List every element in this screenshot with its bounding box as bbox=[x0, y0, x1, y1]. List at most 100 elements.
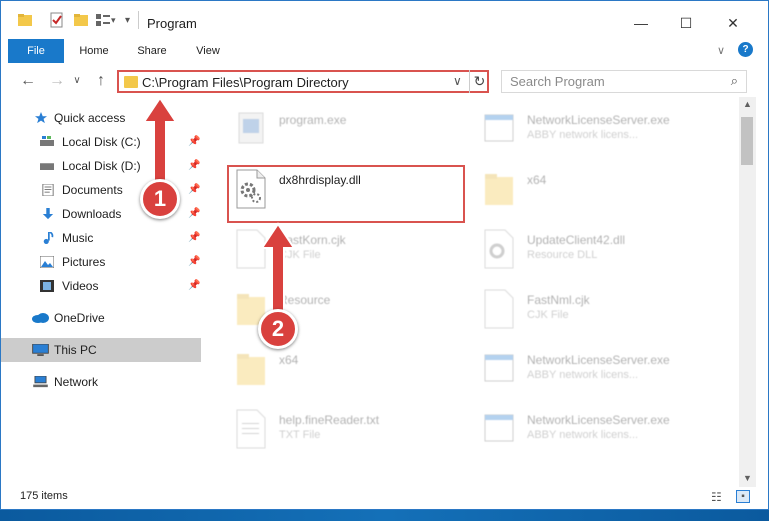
pin-icon[interactable]: 📌 bbox=[188, 250, 200, 274]
address-bar[interactable]: C:\Program Files\Program Directory ∨ ↻ bbox=[117, 70, 489, 93]
tab-view[interactable]: View bbox=[185, 39, 231, 63]
list-item[interactable]: UpdateClient42.dll Resource DLL bbox=[479, 227, 719, 283]
tab-file[interactable]: File bbox=[8, 39, 64, 63]
address-row: ← → ∨ ↑ C:\Program Files\Program Directo… bbox=[1, 65, 768, 97]
videos-icon bbox=[40, 280, 54, 292]
file-name: FastNml.cjk bbox=[527, 293, 590, 307]
file-name: NetworkLicenseServer.exe bbox=[527, 353, 670, 367]
close-button[interactable]: ✕ bbox=[713, 9, 753, 37]
scroll-up-icon[interactable]: ▲ bbox=[739, 99, 756, 109]
list-item[interactable]: NetworkLicenseServer.exe ABBY network li… bbox=[479, 347, 719, 403]
status-bar: 175 items ☷ ▪ bbox=[1, 487, 768, 509]
pin-icon[interactable]: 📌 bbox=[188, 274, 200, 298]
list-item[interactable]: FastNml.cjk CJK File bbox=[479, 287, 719, 343]
scroll-thumb[interactable] bbox=[741, 117, 753, 165]
sidebar-item-videos[interactable]: Videos 📌 bbox=[1, 274, 201, 298]
app-window-icon bbox=[484, 354, 514, 382]
pin-icon[interactable]: 📌 bbox=[188, 202, 200, 226]
list-item[interactable]: x64 bbox=[479, 167, 719, 223]
file-type: TXT File bbox=[279, 429, 321, 441]
sidebar-item-pictures[interactable]: Pictures 📌 bbox=[1, 250, 201, 274]
sidebar-item-onedrive[interactable]: OneDrive bbox=[1, 306, 201, 330]
sidebar-item-music[interactable]: Music 📌 bbox=[1, 226, 201, 250]
item-count: 175 items bbox=[20, 490, 68, 502]
maximize-button[interactable]: ☐ bbox=[666, 9, 706, 37]
folder-icon bbox=[124, 76, 138, 88]
ribbon-tabs: File Home Share View ∨ ? bbox=[1, 39, 768, 63]
explorer-window: ▾ ▾ Program — ☐ ✕ File Home Share View ∨… bbox=[0, 0, 769, 510]
list-item[interactable]: program.exe bbox=[231, 107, 471, 163]
scroll-down-icon[interactable]: ▼ bbox=[739, 473, 756, 483]
address-dropdown-icon[interactable]: ∨ bbox=[453, 74, 462, 88]
sidebar-item-network[interactable]: Network bbox=[1, 370, 201, 394]
list-item[interactable]: x64 bbox=[231, 347, 471, 403]
sidebar-item-label: OneDrive bbox=[54, 311, 105, 325]
highlight-box bbox=[227, 165, 465, 223]
address-path[interactable]: C:\Program Files\Program Directory bbox=[142, 75, 349, 90]
list-item[interactable]: NetworkLicenseServer.exe ABBY network li… bbox=[479, 107, 719, 163]
sidebar-item-label: Local Disk (D:) bbox=[62, 159, 141, 173]
customize-toolbar-icon[interactable]: ▾ bbox=[125, 11, 130, 29]
file-name: program.exe bbox=[279, 113, 347, 127]
up-button[interactable]: ↑ bbox=[91, 71, 111, 91]
sidebar-item-this-pc[interactable]: This PC bbox=[1, 338, 201, 362]
details-view-icon[interactable]: ☷ bbox=[711, 490, 722, 504]
help-icon[interactable]: ? bbox=[738, 42, 753, 57]
pin-icon[interactable]: 📌 bbox=[188, 178, 200, 202]
sidebar-item-label: Network bbox=[54, 375, 99, 389]
file-name: help.fineReader.txt bbox=[279, 413, 380, 427]
large-icons-view-icon[interactable]: ▪ bbox=[736, 490, 750, 503]
list-item[interactable]: NetworkLicenseServer.exe ABBY network li… bbox=[479, 407, 719, 463]
title-separator bbox=[138, 11, 139, 29]
app-window-icon bbox=[484, 114, 514, 142]
exe-icon bbox=[238, 112, 264, 144]
new-folder-icon[interactable] bbox=[73, 11, 89, 29]
drive-icon bbox=[40, 163, 54, 170]
file-name: NetworkLicenseServer.exe bbox=[527, 113, 670, 127]
music-icon bbox=[43, 232, 54, 244]
tab-home[interactable]: Home bbox=[71, 39, 117, 63]
blank-file-icon bbox=[484, 289, 514, 329]
vertical-scrollbar[interactable]: ▲ ▼ bbox=[739, 97, 756, 487]
folder-icon bbox=[485, 174, 513, 205]
file-type: ABBY network licens... bbox=[527, 369, 639, 381]
list-item[interactable]: help.fineReader.txt TXT File bbox=[231, 407, 471, 463]
star-icon bbox=[35, 112, 47, 124]
view-options-chevron-icon[interactable]: ▾ bbox=[111, 11, 116, 29]
app-window-icon bbox=[484, 414, 514, 442]
pin-icon[interactable]: 📌 bbox=[188, 154, 200, 178]
sidebar-item-label: This PC bbox=[54, 343, 97, 357]
desktop-background bbox=[0, 510, 769, 521]
pin-icon[interactable]: 📌 bbox=[188, 226, 200, 250]
tab-share[interactable]: Share bbox=[129, 39, 175, 63]
sidebar-item-label: Videos bbox=[62, 279, 99, 293]
search-input[interactable]: Search Program ⌕ bbox=[501, 70, 747, 93]
file-name: UpdateClient42.dll bbox=[527, 233, 626, 247]
window-title: Program bbox=[147, 16, 197, 31]
sidebar-item-label: Music bbox=[62, 231, 94, 245]
forward-button[interactable]: → bbox=[47, 71, 67, 91]
quick-access-folder-icon[interactable] bbox=[17, 11, 33, 29]
text-file-icon bbox=[236, 409, 266, 449]
pin-icon[interactable]: 📌 bbox=[188, 130, 200, 154]
file-name: NetworkLicenseServer.exe bbox=[527, 413, 670, 427]
sidebar-item-label: Pictures bbox=[62, 255, 106, 269]
properties-check-icon[interactable] bbox=[49, 11, 65, 29]
minimize-button[interactable]: — bbox=[621, 9, 661, 37]
file-name: x64 bbox=[279, 353, 299, 367]
drive-icon bbox=[40, 136, 54, 146]
sidebar-item-label: Downloads bbox=[62, 207, 122, 221]
view-options-icon[interactable] bbox=[95, 11, 111, 29]
pictures-icon bbox=[40, 256, 54, 268]
file-type: CJK File bbox=[527, 309, 569, 321]
expand-ribbon-icon[interactable]: ∨ bbox=[717, 44, 725, 57]
back-button[interactable]: ← bbox=[18, 71, 38, 91]
computer-icon bbox=[32, 344, 49, 356]
search-icon[interactable]: ⌕ bbox=[731, 73, 738, 89]
cloud-icon bbox=[32, 313, 49, 323]
documents-icon bbox=[42, 184, 54, 196]
download-icon bbox=[42, 208, 54, 220]
recent-locations-chevron-icon[interactable]: ∨ bbox=[71, 71, 83, 91]
refresh-icon[interactable]: ↻ bbox=[469, 70, 489, 93]
network-icon bbox=[33, 376, 48, 388]
